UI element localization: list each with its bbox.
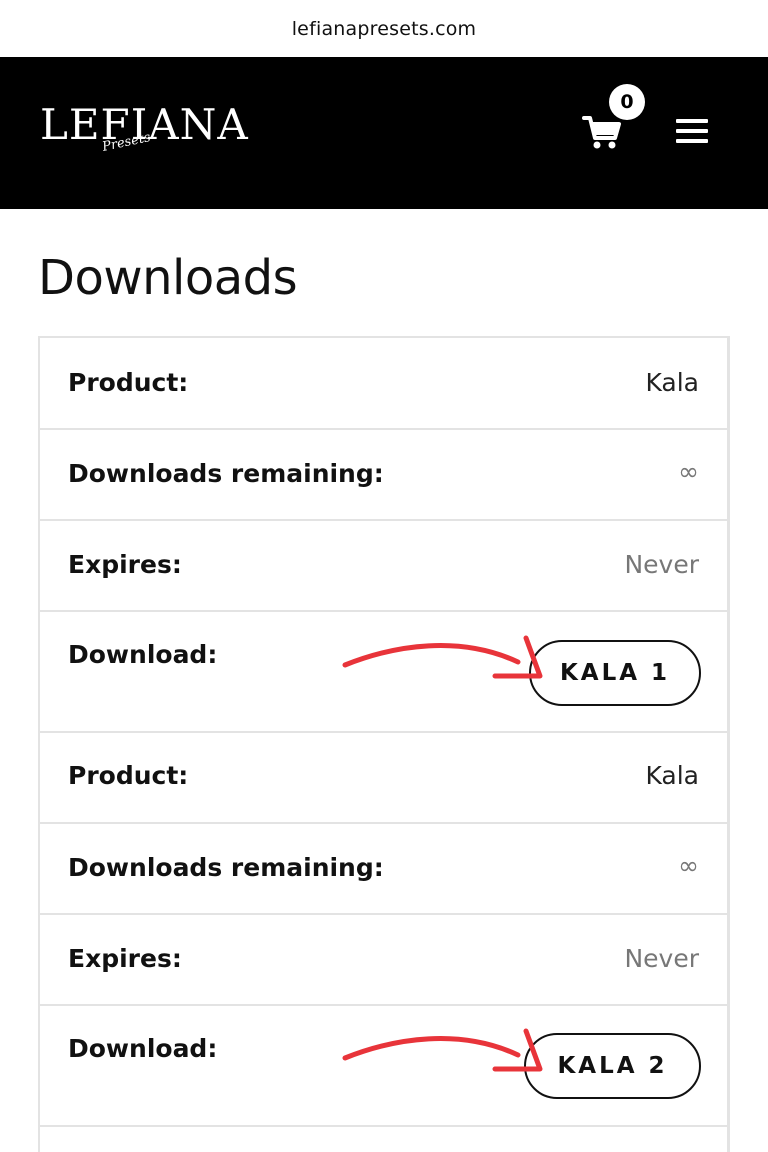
red-arrow-icon (342, 1028, 543, 1072)
table-row-expires: Expires: Never (40, 915, 729, 1006)
product-label: Product: (68, 368, 189, 397)
page-title: Downloads (38, 250, 298, 306)
url-text: lefianapresets.com (291, 17, 477, 40)
table-row-remaining: Downloads remaining: ∞ (40, 824, 729, 915)
download-button-kala-1[interactable]: KALA 1 (529, 640, 701, 706)
expires-label: Expires: (68, 550, 182, 579)
cart-icon[interactable] (582, 114, 622, 150)
expires-value: Never (624, 550, 699, 579)
remaining-value: ∞ (678, 457, 699, 486)
download-label: Download: (68, 1034, 218, 1063)
hamburger-menu-icon[interactable] (676, 116, 710, 144)
expires-label: Expires: (68, 944, 182, 973)
table-row-product: Product: Kala (40, 733, 729, 824)
product-value: Kala (645, 368, 699, 397)
site-logo[interactable]: LEFIANA Presets (40, 101, 248, 171)
download-button-kala-2[interactable]: KALA 2 (524, 1033, 701, 1099)
product-value: Kala (645, 761, 699, 790)
remaining-label: Downloads remaining: (68, 459, 384, 488)
red-arrow-icon (342, 635, 543, 679)
cart-count-badge: 0 (609, 84, 645, 120)
remaining-label: Downloads remaining: (68, 853, 384, 882)
table-row-remaining: Downloads remaining: ∞ (40, 430, 729, 521)
product-label: Product: (68, 761, 189, 790)
site-header: LEFIANA Presets (0, 57, 768, 209)
table-row-expires: Expires: Never (40, 521, 729, 612)
expires-value: Never (624, 944, 699, 973)
remaining-value: ∞ (678, 851, 699, 880)
browser-url-bar[interactable]: lefianapresets.com (0, 0, 768, 57)
download-label: Download: (68, 640, 218, 669)
table-row-product: Product: Kala (40, 338, 729, 430)
